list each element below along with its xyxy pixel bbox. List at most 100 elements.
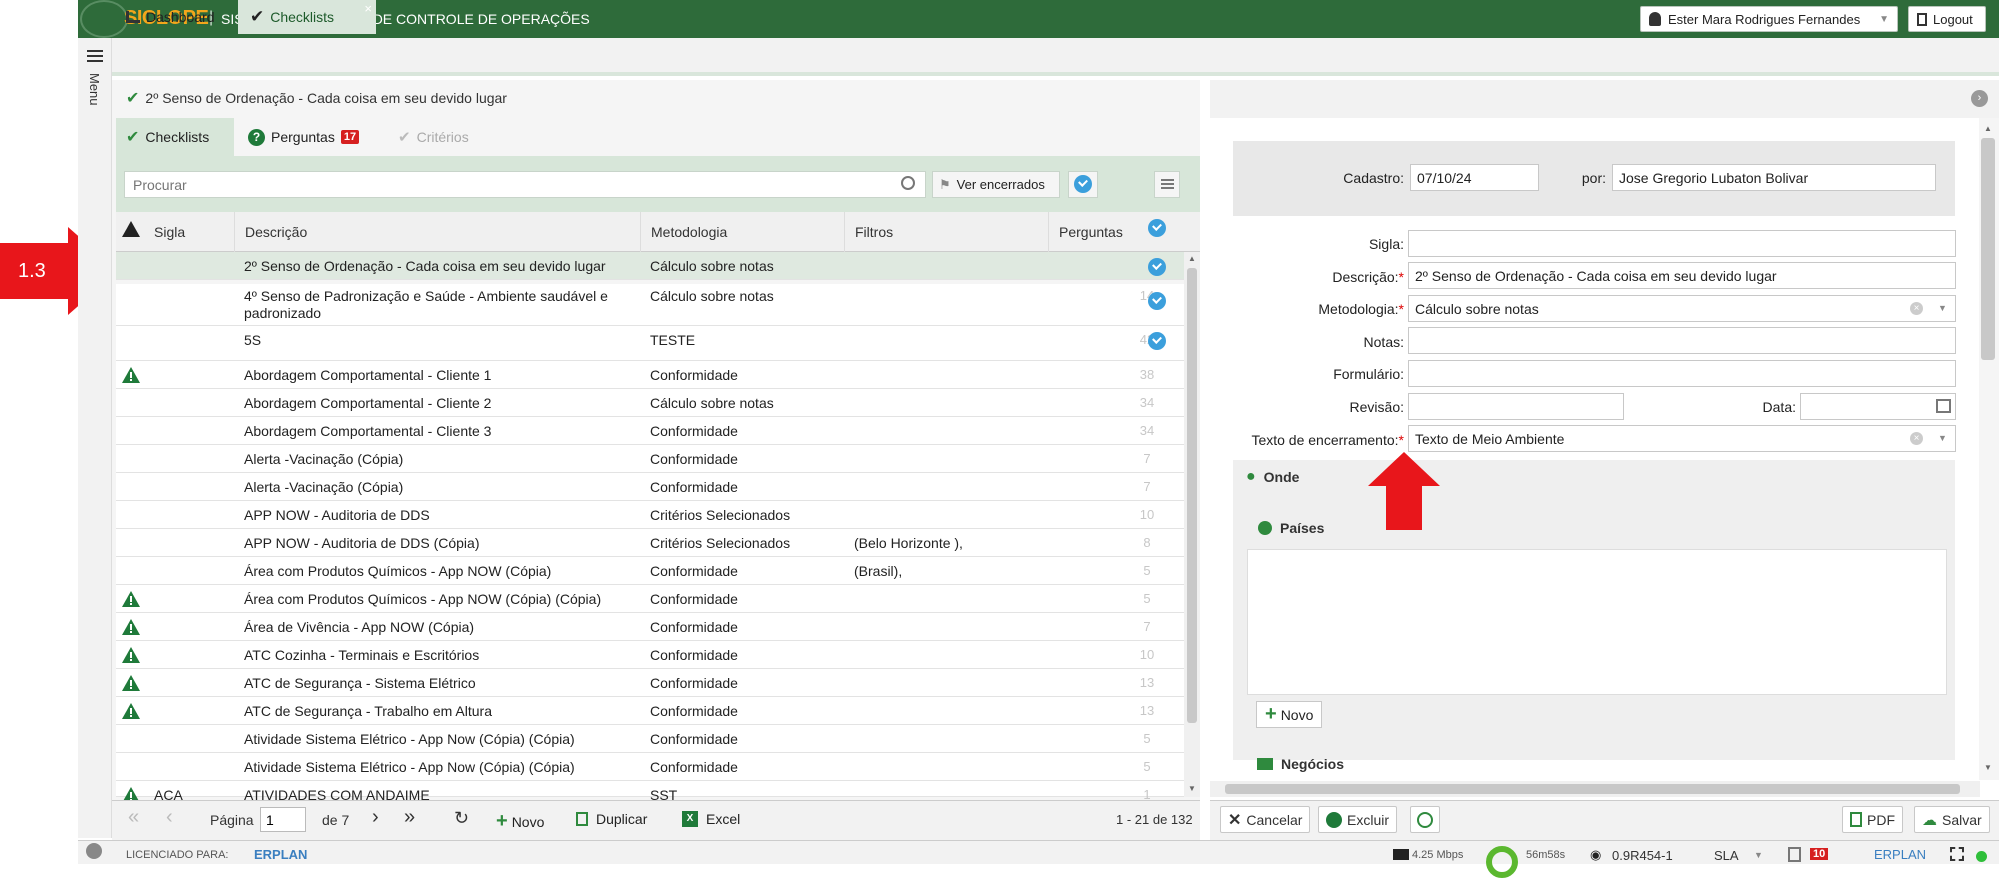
- cloud-upload-icon: ☁: [1922, 811, 1937, 829]
- close-tab-icon[interactable]: ×: [364, 1, 372, 16]
- scroll-down-icon[interactable]: ▼: [1188, 784, 1196, 793]
- plus-icon: +: [496, 810, 508, 832]
- cell-descricao: Área com Produtos Químicos - App NOW (Có…: [244, 591, 602, 607]
- warning-icon: [122, 619, 140, 635]
- table-row[interactable]: 5S TESTE 42: [116, 326, 1184, 361]
- excel-button[interactable]: X Excel: [682, 811, 740, 827]
- table-row[interactable]: Alerta -Vacinação (Cópia) Conformidade 7: [116, 445, 1184, 473]
- table-row[interactable]: ATC de Segurança - Trabalho em Altura Con…: [116, 697, 1184, 725]
- sigla-field[interactable]: [1408, 230, 1956, 257]
- table-row[interactable]: ACA ATIVIDADES COM ANDAIME SST 1: [116, 781, 1184, 803]
- tab-dashboard[interactable]: Dashboard: [114, 0, 234, 34]
- user-menu-button[interactable]: Ester Mara Rodrigues Fernandes ▼: [1640, 6, 1898, 32]
- last-page-icon[interactable]: »: [404, 806, 415, 829]
- detail-hscrollbar-thumb[interactable]: [1225, 784, 1960, 794]
- clear-icon[interactable]: ×: [1910, 302, 1923, 315]
- scroll-up-icon[interactable]: ▲: [1984, 124, 1992, 133]
- table-row[interactable]: Abordagem Comportamental - Cliente 3 Conf…: [116, 417, 1184, 445]
- header-check-icon[interactable]: [1148, 219, 1166, 237]
- prev-page-icon[interactable]: ‹: [166, 806, 173, 829]
- logout-button[interactable]: Logout: [1908, 6, 1986, 32]
- formulario-field[interactable]: [1408, 360, 1956, 387]
- subtab-criterios[interactable]: ✔ Critérios: [388, 118, 498, 156]
- paises-title: Países: [1258, 520, 1324, 536]
- cell-metodologia: Conformidade: [650, 759, 738, 775]
- texto-encerramento-label: Texto de encerramento:*: [1251, 432, 1404, 448]
- paises-novo-button[interactable]: + Novo: [1256, 701, 1323, 728]
- columns-menu-icon[interactable]: [1154, 171, 1180, 198]
- table-row[interactable]: Área com Produtos Químicos - App NOW (Có…: [116, 585, 1184, 613]
- notas-field[interactable]: [1408, 327, 1956, 354]
- column-header-sigla[interactable]: Sigla: [144, 212, 232, 252]
- detail-scrollbar-thumb[interactable]: [1981, 138, 1995, 360]
- search-icon[interactable]: [901, 176, 915, 190]
- table-row[interactable]: APP NOW - Auditoria de DDS (Cópia) Critér…: [116, 529, 1184, 557]
- chevron-down-icon[interactable]: ▼: [1938, 433, 1947, 443]
- column-header-metodologia[interactable]: Metodologia: [640, 212, 843, 252]
- page-input[interactable]: [260, 807, 306, 832]
- notification-badge[interactable]: 10: [1810, 848, 1829, 860]
- por-label: por:: [1581, 170, 1606, 186]
- hamburger-icon[interactable]: [87, 50, 103, 64]
- duplicar-button[interactable]: Duplicar: [576, 811, 647, 827]
- column-header-perguntas[interactable]: Perguntas: [1048, 212, 1136, 252]
- salvar-button[interactable]: ☁ Salvar: [1914, 806, 1990, 833]
- warning-icon[interactable]: [122, 221, 140, 237]
- excluir-button[interactable]: Excluir: [1318, 806, 1398, 833]
- subtab-perguntas[interactable]: ? Perguntas 17: [238, 118, 374, 156]
- menu-label[interactable]: Menu: [87, 73, 102, 106]
- check-circle-icon[interactable]: [1148, 332, 1166, 350]
- column-header-descricao[interactable]: Descrição: [234, 212, 639, 252]
- next-page-icon[interactable]: ›: [372, 806, 379, 829]
- chevron-down-icon[interactable]: ▼: [1938, 303, 1947, 313]
- table-row[interactable]: Abordagem Comportamental - Cliente 1 Conf…: [116, 361, 1184, 389]
- table-row[interactable]: Área de Vivência - App NOW (Cópia) Confor…: [116, 613, 1184, 641]
- table-row[interactable]: Área com Produtos Químicos - App NOW (Có…: [116, 557, 1184, 585]
- column-header-filtros[interactable]: Filtros: [844, 212, 1048, 252]
- refresh-icon[interactable]: ↻: [454, 808, 469, 829]
- negocios-header[interactable]: Negócios: [1257, 756, 1344, 772]
- table-row[interactable]: 2º Senso de Ordenação - Cada coisa em se…: [116, 252, 1184, 280]
- check-all-button[interactable]: [1068, 171, 1098, 198]
- por-field[interactable]: Jose Gregorio Lubaton Bolivar: [1612, 164, 1936, 191]
- table-row[interactable]: ATC de Segurança - Sistema Elétrico Confo…: [116, 669, 1184, 697]
- main-tab-strip: [112, 38, 1999, 76]
- paises-label: Países: [1280, 520, 1325, 536]
- descricao-field[interactable]: 2º Senso de Ordenação - Cada coisa em se…: [1408, 262, 1956, 289]
- table-row[interactable]: Abordagem Comportamental - Cliente 2 Cálc…: [116, 389, 1184, 417]
- check-circle-icon[interactable]: [1148, 258, 1166, 276]
- calendar-icon[interactable]: [1936, 399, 1951, 413]
- metodologia-select[interactable]: Cálculo sobre notas: [1408, 295, 1956, 322]
- texto-encerramento-select[interactable]: Texto de Meio Ambiente: [1408, 425, 1956, 452]
- cadastro-field[interactable]: 07/10/24: [1410, 164, 1539, 191]
- first-page-icon[interactable]: «: [128, 806, 139, 829]
- search-input[interactable]: [124, 171, 926, 198]
- scroll-down-icon[interactable]: ▼: [1984, 763, 1992, 772]
- cell-metodologia: Conformidade: [650, 451, 738, 467]
- clear-icon[interactable]: ×: [1910, 432, 1923, 445]
- table-row[interactable]: Atividade Sistema Elétrico - App Now (Có…: [116, 725, 1184, 753]
- table-row[interactable]: APP NOW - Auditoria de DDS Critérios Sele…: [116, 501, 1184, 529]
- document-icon[interactable]: [1788, 847, 1801, 862]
- collapse-panel-icon[interactable]: ›: [1971, 90, 1988, 107]
- data-field[interactable]: [1800, 393, 1956, 420]
- table-row[interactable]: 4º Senso de Padronização e Saúde - Ambie…: [116, 284, 1184, 326]
- scroll-up-icon[interactable]: ▲: [1188, 254, 1196, 263]
- table-row[interactable]: Alerta -Vacinação (Cópia) Conformidade 7: [116, 473, 1184, 501]
- chevron-down-icon[interactable]: ▼: [1754, 850, 1763, 860]
- cell-descricao: 4º Senso de Padronização e Saúde - Ambie…: [244, 288, 608, 321]
- cancelar-button[interactable]: ✕ Cancelar: [1220, 806, 1311, 833]
- table-row[interactable]: Atividade Sistema Elétrico - App Now (Có…: [116, 753, 1184, 781]
- grid-scrollbar-thumb[interactable]: [1187, 268, 1197, 723]
- pdf-button[interactable]: PDF: [1842, 806, 1903, 833]
- check-circle-icon[interactable]: [1148, 292, 1166, 310]
- table-row[interactable]: ATC Cozinha - Terminais e Escritórios Con…: [116, 641, 1184, 669]
- ver-encerrados-button[interactable]: ⚑ Ver encerrados: [932, 171, 1060, 198]
- history-button[interactable]: [1410, 806, 1440, 833]
- revisao-field[interactable]: [1408, 393, 1624, 420]
- sla-label[interactable]: SLA: [1714, 848, 1739, 863]
- fullscreen-icon[interactable]: [1950, 847, 1964, 861]
- novo-button[interactable]: + Novo: [496, 810, 544, 833]
- tab-checklists[interactable]: ✔ Checklists ×: [238, 0, 376, 34]
- subtab-checklists[interactable]: ✔ Checklists: [116, 118, 234, 156]
